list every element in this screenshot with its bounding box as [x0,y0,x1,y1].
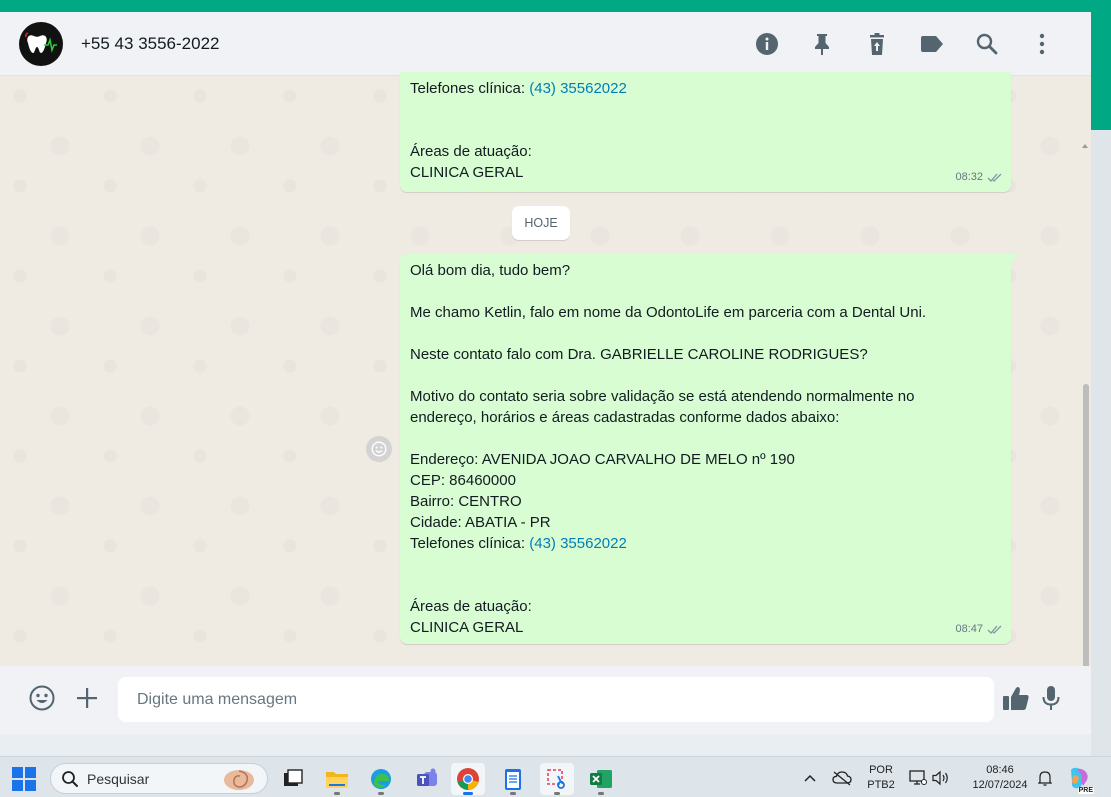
label-icon[interactable] [904,24,959,64]
header-actions [739,12,1069,76]
language-code: POR [869,763,893,776]
emoji-react-icon[interactable] [366,436,392,462]
chat-header: +55 43 3556-2022 [0,12,1091,76]
clock-date: 12/07/2024 [972,778,1028,791]
phone-link[interactable]: (43) 35562022 [529,80,627,97]
message-line: CLINICA GERAL [410,164,524,181]
volume-icon[interactable] [930,757,952,797]
system-clock[interactable]: 08:46 12/07/2024 [962,757,1038,797]
windows-taskbar: Pesquisar POR PTB2 08:46 12/07/2024 PRE [0,756,1111,797]
double-check-icon [987,173,1002,182]
message-line: Áreas de atuação: [410,143,532,160]
message-time: 08:47 [955,623,983,635]
message-bubble[interactable]: Olá bom dia, tudo bem? Me chamo Ketlin, … [400,254,1011,644]
chat-scrollbar[interactable] [1080,140,1091,730]
whatsapp-window: +55 43 3556-2022 Telefones clínica: (43)… [0,12,1091,734]
message-line [410,323,979,344]
network-icon[interactable] [906,757,930,797]
contact-name[interactable]: +55 43 3556-2022 [81,34,220,54]
message-line [410,281,979,302]
clock-time: 08:46 [986,763,1014,776]
search-label: Pesquisar [87,770,150,787]
message-line [410,554,979,575]
taskbar-search[interactable]: Pesquisar [50,763,268,794]
message-line: Telefones clínica: (43) 35562022 [410,535,627,552]
notification-bell-icon[interactable] [1034,757,1056,797]
bubble-tail [1011,254,1020,263]
attach-plus-icon[interactable] [69,680,105,716]
taskbar-task-view-icon[interactable] [276,763,310,795]
double-check-icon [987,625,1002,634]
message-line: endereço, horários e áreas cadastradas c… [410,409,840,426]
message-line: Motivo do contato seria sobre validação … [410,388,915,405]
message-time: 08:32 [955,171,983,183]
scroll-up-arrow-icon[interactable] [1082,144,1088,148]
language-indicator[interactable]: POR PTB2 [862,757,900,797]
tray-chevron-up-icon[interactable] [800,757,820,797]
message-line [410,428,979,449]
message-line [410,120,979,141]
message-line: Áreas de atuação: [410,598,532,615]
taskbar-notepad-icon[interactable] [496,763,530,795]
delete-icon[interactable] [849,24,904,64]
taskbar-chrome-icon[interactable] [451,763,485,795]
message-line [410,99,979,120]
message-input[interactable] [118,677,994,722]
window-edge [1091,130,1111,756]
message-line: Bairro: CENTRO [410,493,522,510]
message-line: Me chamo Ketlin, falo em nome da OdontoL… [410,304,927,321]
message-line: Telefones clínica: (43) 35562022 [410,80,627,97]
emoji-icon[interactable] [24,680,60,716]
message-list[interactable]: Telefones clínica: (43) 35562022 Áreas d… [0,72,1091,724]
contact-avatar[interactable] [19,21,63,66]
shell-highlight-icon [224,770,254,790]
keyboard-layout: PTB2 [867,778,895,791]
message-composer [0,666,1091,734]
taskbar-snipping-tool-icon[interactable] [540,763,574,795]
message-line: Endereço: AVENIDA JOAO CARVALHO DE MELO … [410,451,795,468]
phone-link[interactable]: (43) 35562022 [529,535,627,552]
copilot-badge: PRE [1077,787,1094,794]
message-line: CEP: 86460000 [410,472,516,489]
onedrive-offline-icon[interactable] [830,757,854,797]
message-line [410,575,979,596]
search-icon[interactable] [959,24,1014,64]
search-icon [62,770,78,787]
message-line: Olá bom dia, tudo bem? [410,262,571,279]
pin-icon[interactable] [794,24,849,64]
message-meta: 08:32 [955,167,1003,188]
app-top-accent [0,0,1111,12]
message-meta: 08:47 [955,619,1003,640]
message-line [410,365,979,386]
taskbar-edge-icon[interactable] [364,763,398,795]
message-line: Neste contato falo com Dra. GABRIELLE CA… [410,346,868,363]
taskbar-excel-icon[interactable] [584,763,618,795]
copilot-icon[interactable]: PRE [1064,757,1096,797]
info-icon[interactable] [739,24,794,64]
menu-icon[interactable] [1014,24,1069,64]
message-line: Cidade: ABATIA - PR [410,514,551,531]
message-bubble[interactable]: Telefones clínica: (43) 35562022 Áreas d… [400,72,1011,192]
date-divider: HOJE [512,206,570,240]
app-side-accent [1091,12,1111,130]
taskbar-file-explorer-icon[interactable] [320,763,354,795]
taskbar-teams-icon[interactable] [410,763,444,795]
thumbs-up-icon[interactable] [998,680,1034,716]
microphone-icon[interactable] [1033,680,1069,716]
message-line: CLINICA GERAL [410,619,524,636]
windows-start-icon[interactable] [12,767,36,791]
